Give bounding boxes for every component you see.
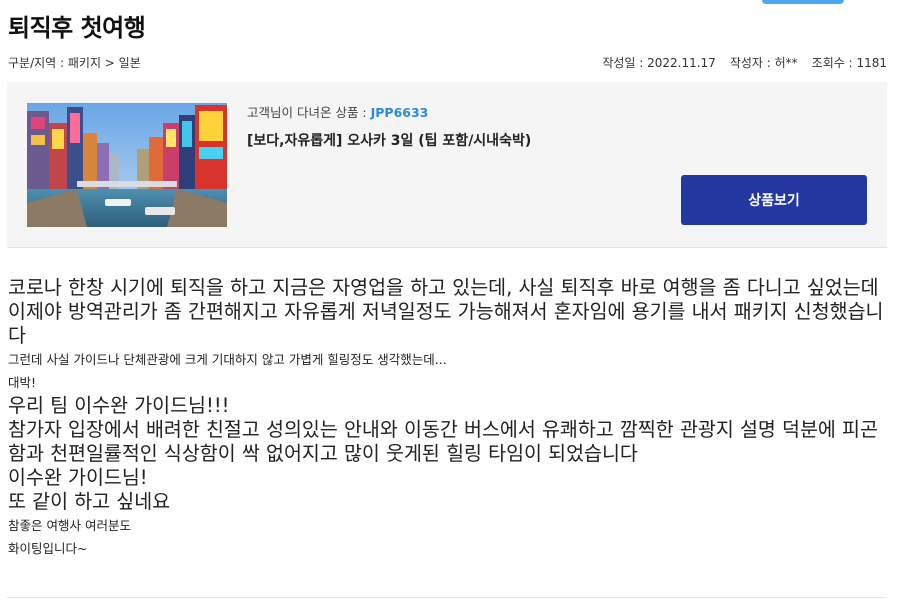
post-author: 작성자 : 허** (729, 56, 798, 70)
product-thumbnail[interactable] (27, 103, 227, 227)
post-views: 조회수 : 1181 (811, 56, 887, 70)
product-code[interactable]: JPP6633 (371, 105, 429, 120)
product-name[interactable]: [보다,자유롭게] 오사카 3일 (팁 포함/시내숙박) (247, 130, 531, 150)
review-paragraph: 대박! (8, 375, 37, 390)
post-date: 작성일 : 2022.11.17 (602, 56, 716, 70)
product-code-label: 고객님이 다녀온 상품 : (247, 105, 371, 120)
meta-row: 구분/지역 : 패키지 > 일본 작성일 : 2022.11.17 작성자 : 허… (8, 54, 887, 72)
page-title: 퇴직후 첫여행 (8, 14, 146, 42)
divider (7, 597, 887, 598)
review-paragraph: 이수완 가이드님! (8, 466, 148, 489)
review-paragraph: 코로나 한창 시기에 퇴직을 하고 지금은 자영업을 하고 있는데, 사실 퇴직… (8, 276, 884, 347)
product-card: 고객님이 다녀온 상품 : JPP6633 [보다,자유롭게] 오사카 3일 (… (7, 82, 887, 248)
osaka-canal-image (27, 103, 227, 227)
view-product-button[interactable]: 상품보기 (681, 175, 867, 225)
post-meta: 작성일 : 2022.11.17 작성자 : 허** 조회수 : 1181 (602, 54, 887, 71)
review-paragraph: 또 같이 하고 싶네요 (8, 490, 171, 513)
review-body: 코로나 한창 시기에 퇴직을 하고 지금은 자영업을 하고 있는데, 사실 퇴직… (8, 276, 888, 560)
review-paragraph: 우리 팀 이수완 가이드님!!! (8, 394, 230, 417)
review-paragraph: 참가자 입장에서 배려한 친절고 성의있는 안내와 이동간 버스에서 유쾌하고 … (8, 418, 878, 465)
breadcrumb: 구분/지역 : 패키지 > 일본 (8, 56, 141, 70)
review-paragraph: 화이팅입니다~ (8, 541, 88, 556)
review-paragraph: 참좋은 여행사 여러분도 (8, 518, 131, 533)
product-code-line: 고객님이 다녀온 상품 : JPP6633 (247, 102, 531, 121)
top-tab-indicator[interactable] (762, 0, 844, 4)
review-page: 퇴직후 첫여행 구분/지역 : 패키지 > 일본 작성일 : 2022.11.1… (0, 0, 900, 602)
product-info: 고객님이 다녀온 상품 : JPP6633 [보다,자유롭게] 오사카 3일 (… (247, 102, 531, 150)
review-paragraph: 그런데 사실 가이드나 단체관광에 크게 기대하지 않고 가볍게 힐링정도 생각… (8, 352, 447, 367)
